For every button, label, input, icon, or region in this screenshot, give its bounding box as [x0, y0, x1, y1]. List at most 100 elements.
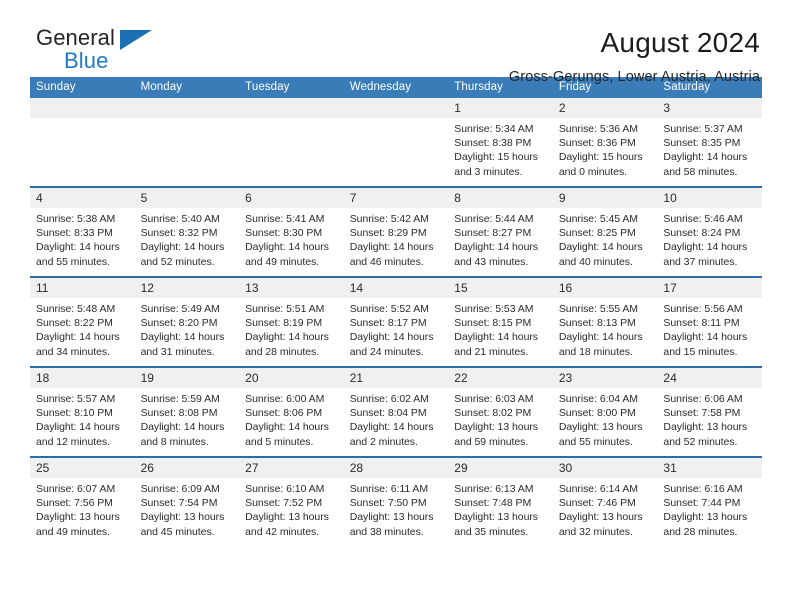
day-cell[interactable]: Sunrise: 5:42 AM Sunset: 8:29 PM Daylight:…	[344, 208, 449, 276]
day-number[interactable]: 28	[344, 458, 449, 478]
day-detail-line: and 49 minutes.	[245, 255, 320, 268]
day-number[interactable]: 27	[239, 458, 344, 478]
day-cell[interactable]: Sunrise: 6:14 AM Sunset: 7:46 PM Daylight:…	[553, 478, 658, 546]
day-number[interactable]: 10	[657, 188, 762, 208]
day-cell[interactable]: Sunrise: 5:41 AM Sunset: 8:30 PM Daylight:…	[239, 208, 344, 276]
day-detail-line: Daylight: 13 hours	[454, 421, 539, 434]
day-detail-line: Daylight: 14 hours	[663, 331, 748, 344]
day-number[interactable]: 13	[239, 278, 344, 298]
day-cell[interactable]: Sunrise: 5:45 AM Sunset: 8:25 PM Daylight:…	[553, 208, 658, 276]
day-number[interactable]: 15	[448, 278, 553, 298]
day-number[interactable]: 2	[553, 98, 658, 118]
day-detail-line: Daylight: 14 hours	[245, 331, 329, 344]
day-cell[interactable]: Sunrise: 5:53 AM Sunset: 8:15 PM Daylight:…	[448, 298, 553, 366]
day-detail-line: Daylight: 13 hours	[245, 511, 329, 524]
day-detail-line: Sunset: 8:17 PM	[349, 317, 427, 330]
calendar-week-row: 25 26 27 28 29 30 31 Sunrise: 6:07 AM Sunset: 7:…	[30, 456, 762, 546]
day-detail-line: and 52 minutes.	[663, 435, 738, 448]
day-cell[interactable]: Sunrise: 6:02 AM Sunset: 8:04 PM Daylight:…	[344, 388, 449, 456]
day-cell[interactable]: Sunrise: 5:55 AM Sunset: 8:13 PM Daylight:…	[553, 298, 658, 366]
day-detail-line: and 35 minutes.	[454, 525, 529, 538]
day-number[interactable]: 22	[448, 368, 553, 388]
day-detail-line: and 2 minutes.	[349, 435, 418, 448]
day-number[interactable]: 20	[239, 368, 344, 388]
day-detail-line: and 37 minutes.	[663, 255, 738, 268]
day-cell[interactable]: Sunrise: 6:03 AM Sunset: 8:02 PM Daylight:…	[448, 388, 553, 456]
day-detail-line: Daylight: 15 hours	[558, 151, 643, 164]
day-detail-line: Sunrise: 5:49 AM	[140, 303, 220, 315]
day-cell[interactable]: Sunrise: 5:38 AM Sunset: 8:33 PM Daylight:…	[30, 208, 135, 276]
day-number[interactable]: 21	[344, 368, 449, 388]
day-number[interactable]: 24	[657, 368, 762, 388]
day-number[interactable]: 17	[657, 278, 762, 298]
day-detail-line: Sunset: 8:02 PM	[454, 407, 532, 420]
day-cell[interactable]: Sunrise: 6:11 AM Sunset: 7:50 PM Daylight:…	[344, 478, 449, 546]
day-number[interactable]: 30	[553, 458, 658, 478]
day-cell[interactable]: Sunrise: 5:36 AM Sunset: 8:36 PM Daylight:…	[553, 118, 658, 186]
day-cell[interactable]: Sunrise: 6:06 AM Sunset: 7:58 PM Daylight:…	[657, 388, 762, 456]
day-cell[interactable]: Sunrise: 6:00 AM Sunset: 8:06 PM Daylight:…	[239, 388, 344, 456]
day-number[interactable]: 11	[30, 278, 135, 298]
day-detail-line: and 40 minutes.	[558, 255, 633, 268]
day-cell[interactable]: Sunrise: 5:51 AM Sunset: 8:19 PM Daylight:…	[239, 298, 344, 366]
day-number[interactable]: 6	[239, 188, 344, 208]
day-number[interactable]: 7	[344, 188, 449, 208]
day-number[interactable]: 14	[344, 278, 449, 298]
day-cell[interactable]: Sunrise: 5:46 AM Sunset: 8:24 PM Daylight:…	[657, 208, 762, 276]
day-detail-line: Sunset: 8:00 PM	[558, 407, 636, 420]
day-number[interactable]: 16	[553, 278, 658, 298]
general-blue-logo[interactable]: General Blue	[30, 26, 170, 78]
day-number[interactable]: 23	[553, 368, 658, 388]
day-cell-empty	[239, 118, 344, 186]
day-cell[interactable]: Sunrise: 6:16 AM Sunset: 7:44 PM Daylight:…	[657, 478, 762, 546]
day-detail-line: Sunset: 8:32 PM	[140, 227, 218, 240]
calendar-week-row: 1 2 3 Sunrise: 5:34 AM Sunset: 8:38 PM Daylig…	[30, 98, 762, 186]
day-detail-line: Sunrise: 5:42 AM	[349, 213, 429, 225]
day-number[interactable]: 12	[135, 278, 240, 298]
day-number[interactable]: 26	[135, 458, 240, 478]
day-detail-line: Sunset: 8:15 PM	[454, 317, 532, 330]
day-detail-line: and 45 minutes.	[140, 525, 215, 538]
day-number[interactable]: 3	[657, 98, 762, 118]
day-detail-line: and 58 minutes.	[663, 165, 738, 178]
day-detail-line: Daylight: 13 hours	[663, 421, 748, 434]
day-cell[interactable]: Sunrise: 5:52 AM Sunset: 8:17 PM Daylight:…	[344, 298, 449, 366]
day-number[interactable]: 18	[30, 368, 135, 388]
day-number[interactable]: 8	[448, 188, 553, 208]
day-detail-line: Sunrise: 6:09 AM	[140, 483, 220, 495]
day-cell[interactable]: Sunrise: 6:07 AM Sunset: 7:56 PM Daylight:…	[30, 478, 135, 546]
day-cell[interactable]: Sunrise: 6:10 AM Sunset: 7:52 PM Daylight:…	[239, 478, 344, 546]
week-date-band: 4 5 6 7 8 9 10	[30, 188, 762, 208]
day-number[interactable]: 5	[135, 188, 240, 208]
day-detail-line: Sunset: 8:24 PM	[663, 227, 741, 240]
day-detail-line: and 46 minutes.	[349, 255, 424, 268]
day-detail-line: Daylight: 14 hours	[663, 241, 748, 254]
day-cell[interactable]: Sunrise: 5:57 AM Sunset: 8:10 PM Daylight:…	[30, 388, 135, 456]
day-number[interactable]: 4	[30, 188, 135, 208]
day-detail-line: Sunset: 7:46 PM	[558, 497, 636, 510]
day-cell[interactable]: Sunrise: 5:37 AM Sunset: 8:35 PM Daylight:…	[657, 118, 762, 186]
day-number[interactable]: 25	[30, 458, 135, 478]
day-detail-line: Sunrise: 5:44 AM	[454, 213, 534, 225]
day-cell[interactable]: Sunrise: 6:09 AM Sunset: 7:54 PM Daylight:…	[135, 478, 240, 546]
day-detail-line: and 12 minutes.	[36, 435, 110, 448]
day-number[interactable]: 29	[448, 458, 553, 478]
day-detail-line: Sunrise: 6:13 AM	[454, 483, 534, 495]
day-cell[interactable]: Sunrise: 6:13 AM Sunset: 7:48 PM Daylight:…	[448, 478, 553, 546]
day-cell[interactable]: Sunrise: 5:49 AM Sunset: 8:20 PM Daylight:…	[135, 298, 240, 366]
day-cell[interactable]: Sunrise: 5:48 AM Sunset: 8:22 PM Daylight:…	[30, 298, 135, 366]
day-cell[interactable]: Sunrise: 5:34 AM Sunset: 8:38 PM Daylight:…	[448, 118, 553, 186]
day-detail-line: Sunset: 8:30 PM	[245, 227, 323, 240]
day-number[interactable]: 31	[657, 458, 762, 478]
day-cell[interactable]: Sunrise: 5:59 AM Sunset: 8:08 PM Daylight:…	[135, 388, 240, 456]
day-cell[interactable]: Sunrise: 5:44 AM Sunset: 8:27 PM Daylight:…	[448, 208, 553, 276]
day-cell[interactable]: Sunrise: 5:40 AM Sunset: 8:32 PM Daylight:…	[135, 208, 240, 276]
day-number[interactable]: 19	[135, 368, 240, 388]
day-detail-line: and 38 minutes.	[349, 525, 424, 538]
day-detail-line: Sunset: 7:54 PM	[140, 497, 218, 510]
day-cell[interactable]: Sunrise: 6:04 AM Sunset: 8:00 PM Daylight:…	[553, 388, 658, 456]
day-number[interactable]: 1	[448, 98, 553, 118]
day-number[interactable]: 9	[553, 188, 658, 208]
day-cell[interactable]: Sunrise: 5:56 AM Sunset: 8:11 PM Daylight:…	[657, 298, 762, 366]
day-detail-line: Sunrise: 6:11 AM	[349, 483, 429, 495]
